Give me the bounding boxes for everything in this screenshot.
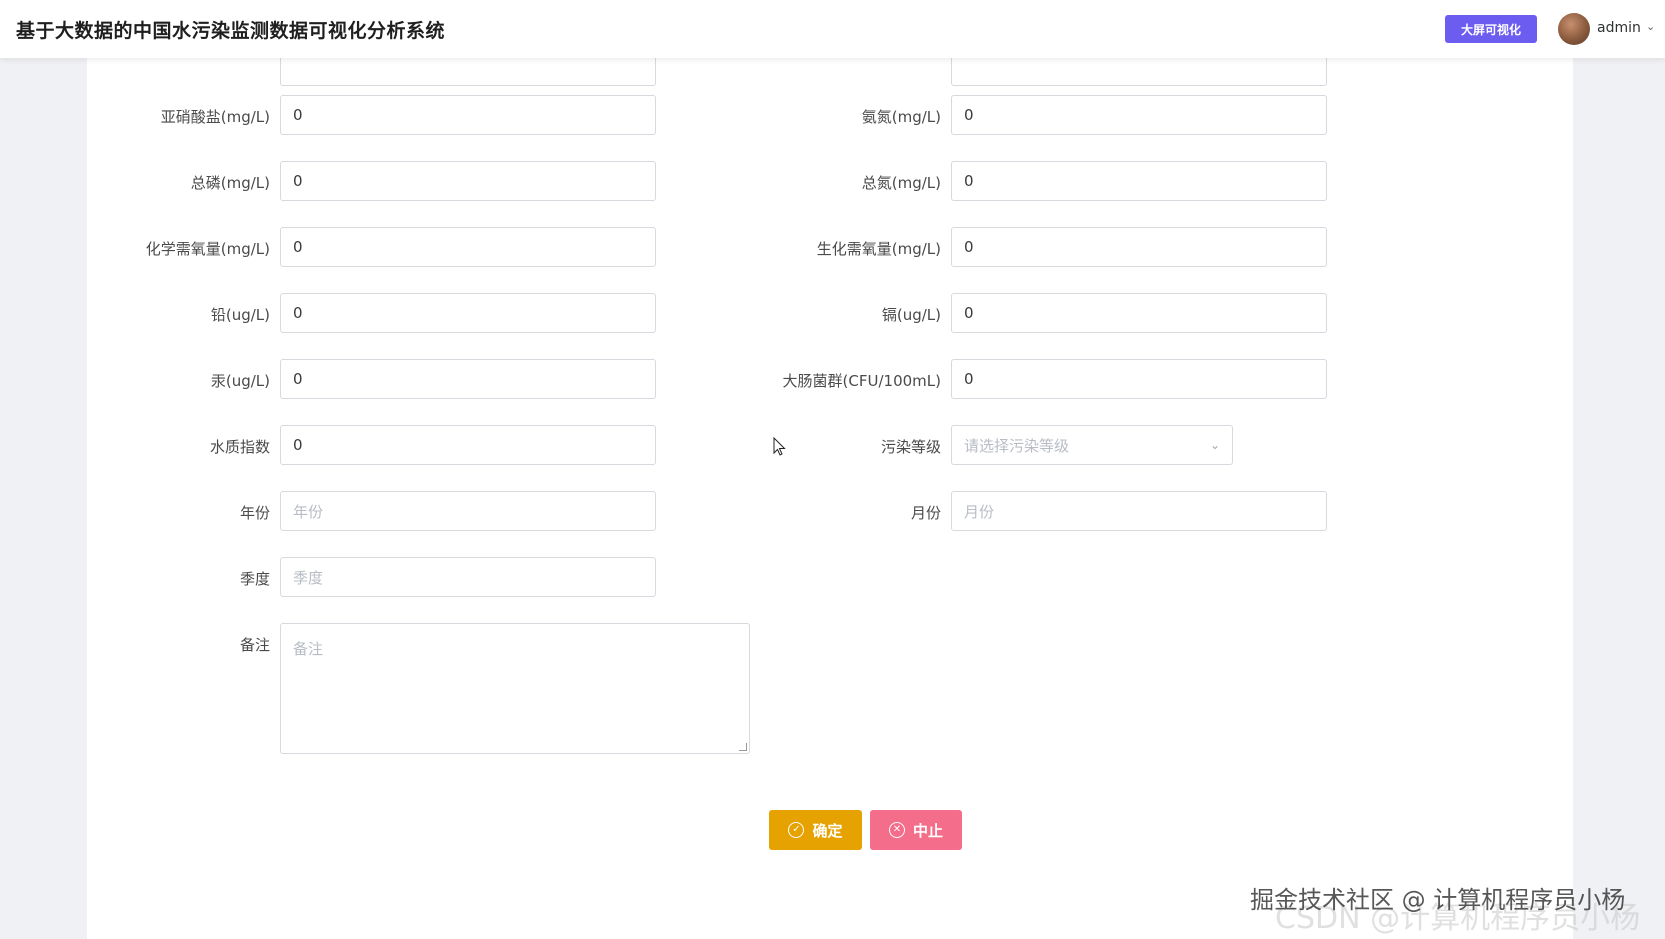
cadmium-input[interactable]: 0 — [951, 293, 1327, 333]
mercury-label: 汞(ug/L) — [210, 372, 270, 390]
total-phosphorus-label: 总磷(mg/L) — [190, 174, 270, 192]
cod-input[interactable]: 0 — [280, 227, 656, 267]
pollution-level-select[interactable]: 请选择污染等级 ⌄ — [951, 425, 1233, 465]
water-quality-index-input[interactable]: 0 — [280, 425, 656, 465]
ammonia-label: 氨氮(mg/L) — [861, 108, 941, 126]
bod-input[interactable]: 0 — [951, 227, 1327, 267]
check-circle-icon: ✓ — [788, 822, 805, 838]
remark-label: 备注 — [239, 636, 270, 654]
year-input[interactable]: 年份 — [280, 491, 656, 531]
abort-button-label: 中止 — [912, 821, 943, 840]
app-title: 基于大数据的中国水污染监测数据可视化分析系统 — [16, 20, 446, 42]
lead-label: 铅(ug/L) — [210, 306, 270, 324]
user-avatar[interactable] — [1558, 13, 1590, 45]
top-navbar: 基于大数据的中国水污染监测数据可视化分析系统 大屏可视化 admin ⌄ — [0, 0, 1665, 58]
nitrite-label: 亚硝酸盐(mg/L) — [160, 108, 270, 126]
cod-label: 化学需氧量(mg/L) — [145, 240, 270, 258]
user-name[interactable]: admin — [1597, 20, 1641, 36]
pollution-level-placeholder: 请选择污染等级 — [964, 436, 1070, 455]
year-label: 年份 — [239, 504, 270, 522]
mouse-cursor-icon — [773, 437, 786, 456]
coliform-input[interactable]: 0 — [951, 359, 1327, 399]
lead-input[interactable]: 0 — [280, 293, 656, 333]
bod-label: 生化需氧量(mg/L) — [816, 240, 941, 258]
coliform-label: 大肠菌群(CFU/100mL) — [782, 372, 941, 390]
quarter-input[interactable]: 季度 — [280, 557, 656, 597]
resize-grip-icon[interactable] — [739, 743, 747, 751]
remark-placeholder: 备注 — [293, 640, 324, 658]
quarter-label: 季度 — [239, 570, 270, 588]
confirm-button[interactable]: ✓ 确定 — [769, 810, 862, 850]
remark-textarea[interactable]: 备注 — [280, 623, 750, 754]
month-label: 月份 — [910, 504, 941, 522]
close-circle-icon: ✕ — [888, 822, 905, 838]
cadmium-label: 镉(ug/L) — [881, 306, 941, 324]
form-card: 亚硝酸盐(mg/L) 0 氨氮(mg/L) 0 总磷(mg/L) 0 总氮(mg… — [87, 46, 1573, 939]
mercury-input[interactable]: 0 — [280, 359, 656, 399]
bigscreen-button[interactable]: 大屏可视化 — [1445, 15, 1537, 43]
water-quality-index-label: 水质指数 — [209, 438, 270, 456]
pollution-level-label: 污染等级 — [880, 438, 941, 456]
abort-button[interactable]: ✕ 中止 — [870, 810, 962, 850]
chevron-down-icon[interactable]: ⌄ — [1646, 20, 1655, 33]
confirm-button-label: 确定 — [812, 821, 843, 840]
total-nitrogen-label: 总氮(mg/L) — [861, 174, 941, 192]
chevron-down-icon: ⌄ — [1209, 438, 1220, 452]
watermark: 掘金技术社区 @ 计算机程序员小杨 — [1250, 886, 1626, 914]
total-nitrogen-input[interactable]: 0 — [951, 161, 1327, 201]
ammonia-input[interactable]: 0 — [951, 95, 1327, 135]
total-phosphorus-input[interactable]: 0 — [280, 161, 656, 201]
month-input[interactable]: 月份 — [951, 491, 1327, 531]
nitrite-input[interactable]: 0 — [280, 95, 656, 135]
